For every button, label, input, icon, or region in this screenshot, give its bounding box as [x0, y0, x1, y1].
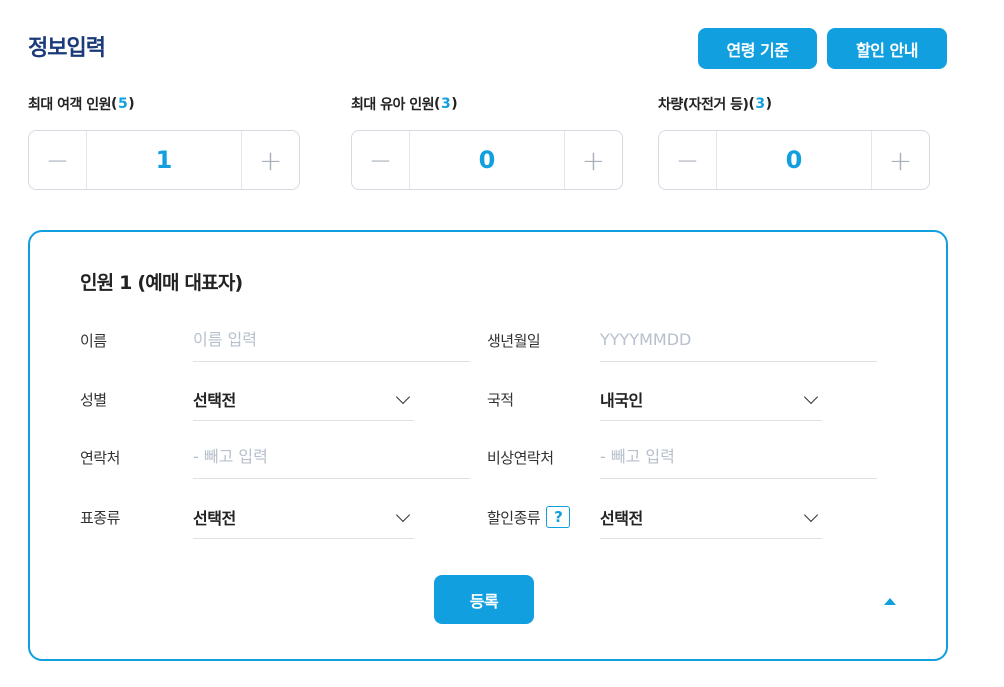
infant-count: 0	[478, 146, 496, 174]
name-input[interactable]	[193, 318, 470, 362]
phone-input[interactable]	[193, 435, 470, 479]
counter-label-text: 최대 여객 인원	[28, 97, 112, 113]
passenger-stepper: − 1 +	[28, 130, 300, 190]
passenger-counter-label: 최대 여객 인원(5)	[28, 94, 135, 114]
ticket-type-select[interactable]: 선택전	[193, 495, 414, 539]
counter-paren-close: )	[451, 96, 458, 112]
discount-type-label: 할인종류 ?	[487, 505, 571, 529]
counter-paren-close: )	[765, 96, 772, 112]
chevron-down-icon	[395, 389, 411, 404]
discount-type-select[interactable]: 선택전	[600, 495, 822, 539]
triangle-up-icon[interactable]	[884, 598, 896, 605]
minus-icon[interactable]: −	[659, 131, 717, 189]
birth-input[interactable]	[600, 318, 877, 362]
minus-icon[interactable]: −	[29, 131, 87, 189]
gender-label: 성별	[80, 390, 107, 409]
discount-type-value: 선택전	[600, 508, 643, 528]
person-card: 인원 1 (예매 대표자) 이름 생년월일 성별 선택전 국적 내국인 연락처 …	[28, 230, 948, 661]
vehicle-counter-group: 차량(자전거 등)(3) − 0 +	[658, 94, 930, 190]
plus-icon[interactable]: +	[564, 131, 622, 189]
name-label: 이름	[80, 331, 107, 350]
discount-type-label-text: 할인종류	[487, 508, 541, 527]
passenger-counter-group: 최대 여객 인원(5) − 1 +	[28, 94, 300, 190]
ticket-type-value: 선택전	[193, 508, 236, 528]
vehicle-count: 0	[785, 146, 803, 174]
plus-icon[interactable]: +	[241, 131, 299, 189]
nationality-select[interactable]: 내국인	[600, 377, 822, 421]
age-criteria-button[interactable]: 연령 기준	[698, 28, 817, 69]
chevron-down-icon	[803, 507, 819, 522]
chevron-down-icon	[395, 507, 411, 522]
counter-label-text: 차량(자전거 등)	[658, 97, 749, 113]
nationality-label: 국적	[487, 390, 514, 409]
gender-select[interactable]: 선택전	[193, 377, 414, 421]
counter-paren-open: (	[748, 96, 755, 112]
counter-paren-open: (	[434, 96, 440, 112]
vehicle-counter-label: 차량(자전거 등)(3)	[658, 94, 772, 114]
chevron-down-icon	[803, 389, 819, 404]
gender-value: 선택전	[193, 390, 236, 410]
plus-icon[interactable]: +	[871, 131, 929, 189]
counter-max: 5	[117, 96, 128, 112]
infant-stepper: − 0 +	[351, 130, 623, 190]
help-icon[interactable]: ?	[546, 506, 571, 528]
counter-max: 3	[755, 96, 765, 112]
register-button[interactable]: 등록	[434, 575, 534, 624]
birth-label: 생년월일	[487, 331, 541, 350]
infant-counter-label: 최대 유아 인원(3)	[351, 94, 458, 114]
infant-counter-group: 최대 유아 인원(3) − 0 +	[351, 94, 623, 190]
page-title: 정보입력	[28, 36, 106, 61]
counter-paren-close: )	[128, 96, 135, 112]
nationality-value: 내국인	[600, 390, 643, 410]
emergency-input[interactable]	[600, 435, 877, 479]
ticket-type-label: 표종류	[80, 508, 120, 527]
vehicle-stepper: − 0 +	[658, 130, 930, 190]
counter-max: 3	[440, 96, 451, 112]
minus-icon[interactable]: −	[352, 131, 410, 189]
counter-paren-open: (	[111, 96, 117, 112]
emergency-label: 비상연락처	[487, 448, 554, 467]
discount-info-button[interactable]: 할인 안내	[827, 28, 947, 69]
counter-label-text: 최대 유아 인원	[351, 97, 435, 113]
person-card-title: 인원 1 (예매 대표자)	[80, 272, 243, 294]
passenger-count: 1	[155, 146, 173, 174]
phone-label: 연락처	[80, 448, 120, 467]
